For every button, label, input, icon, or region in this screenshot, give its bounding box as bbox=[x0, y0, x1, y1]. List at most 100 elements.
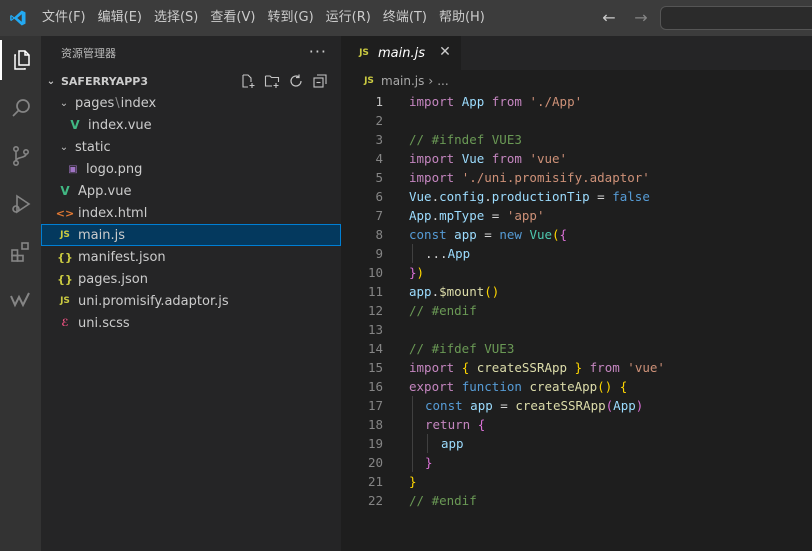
code-line: 11 app.$mount() bbox=[341, 282, 812, 301]
file-app-vue[interactable]: V App.vue bbox=[41, 180, 341, 202]
file-label: logo.png bbox=[86, 161, 143, 177]
line-number: 22 bbox=[367, 493, 383, 508]
wakatime-icon[interactable] bbox=[0, 280, 41, 320]
file-uni-promisify-adaptor-js[interactable]: JS uni.promisify.adaptor.js bbox=[41, 290, 341, 312]
code-text: const app = new Vue({ bbox=[409, 227, 568, 242]
vue-file-icon: V bbox=[70, 118, 80, 132]
file-pages-json[interactable]: {} pages.json bbox=[41, 268, 341, 290]
file-manifest-json[interactable]: {} manifest.json bbox=[41, 246, 341, 268]
tab-label: main.js bbox=[378, 45, 425, 61]
folder-label: static bbox=[75, 139, 111, 155]
file-label: index.html bbox=[78, 205, 148, 221]
folder-pages-index[interactable]: ⌄ pages \ index bbox=[41, 92, 341, 114]
chevron-down-icon: ⌄ bbox=[59, 97, 69, 109]
more-actions-icon[interactable]: ··· bbox=[309, 42, 327, 61]
close-icon[interactable]: ✕ bbox=[437, 44, 453, 60]
extensions-icon[interactable] bbox=[0, 232, 41, 272]
line-number: 15 bbox=[367, 360, 383, 375]
json-file-icon: {} bbox=[57, 250, 73, 264]
forward-arrow-icon[interactable]: → bbox=[630, 8, 652, 28]
code-text: Vue.config.productionTip = false bbox=[409, 189, 650, 204]
menu-file[interactable]: 文件(F) bbox=[36, 6, 92, 30]
line-number: 6 bbox=[375, 189, 383, 204]
menu-edit[interactable]: 编辑(E) bbox=[92, 6, 148, 30]
code-text: import { createSSRApp } from 'vue' bbox=[409, 360, 665, 375]
line-number: 14 bbox=[367, 341, 383, 356]
code-text: // #ifndef VUE3 bbox=[409, 132, 522, 147]
line-number: 10 bbox=[367, 265, 383, 280]
code-line: 10}) bbox=[341, 263, 812, 282]
breadcrumb-more[interactable]: ... bbox=[437, 74, 448, 88]
menu-view[interactable]: 查看(V) bbox=[204, 6, 261, 30]
js-file-icon: JS bbox=[359, 48, 369, 58]
code-line: 14 // #ifdef VUE3 bbox=[341, 339, 812, 358]
file-logo-png[interactable]: ▣ logo.png bbox=[41, 158, 341, 180]
folder-label-pages: pages bbox=[75, 95, 115, 111]
refresh-icon[interactable] bbox=[287, 72, 305, 90]
file-label: main.js bbox=[78, 227, 125, 243]
collapse-all-icon[interactable] bbox=[311, 72, 329, 90]
code-editor[interactable]: 1 import App from './App' 2 3 // #ifndef V… bbox=[341, 92, 812, 510]
line-number: 19 bbox=[367, 436, 383, 451]
folder-label-index: index bbox=[120, 95, 157, 111]
code-text: app bbox=[441, 436, 464, 451]
code-line: 18 return { bbox=[341, 415, 812, 434]
line-number: 18 bbox=[367, 417, 383, 432]
code-line: 7 App.mpType = 'app' bbox=[341, 206, 812, 225]
image-file-icon: ▣ bbox=[68, 163, 78, 175]
back-arrow-icon[interactable]: ← bbox=[598, 8, 620, 28]
menu-selection[interactable]: 选择(S) bbox=[148, 6, 204, 30]
breadcrumb: JS main.js › ... bbox=[341, 70, 812, 92]
code-line: 8 const app = new Vue({ bbox=[341, 225, 812, 244]
code-text: } bbox=[409, 474, 417, 489]
tab-main-js[interactable]: JS main.js ✕ bbox=[341, 36, 461, 70]
code-line: 13 bbox=[341, 320, 812, 339]
code-text: import App from './App' bbox=[409, 94, 583, 109]
code-line: 4 import Vue from 'vue' bbox=[341, 149, 812, 168]
folder-static[interactable]: ⌄ static bbox=[41, 136, 341, 158]
code-line: 3 // #ifndef VUE3 bbox=[341, 130, 812, 149]
command-center-search[interactable] bbox=[660, 6, 812, 30]
tab-bar: JS main.js ✕ bbox=[341, 36, 812, 70]
js-file-icon: JS bbox=[60, 230, 70, 240]
explorer-icon[interactable] bbox=[0, 40, 41, 80]
source-control-icon[interactable] bbox=[0, 136, 41, 176]
chevron-down-icon: ⌄ bbox=[46, 75, 56, 87]
indent-guide bbox=[412, 244, 413, 263]
scss-file-icon: ℰ bbox=[61, 317, 69, 329]
indent-guide bbox=[412, 434, 413, 453]
title-bar: 文件(F) 编辑(E) 选择(S) 查看(V) 转到(G) 运行(R) 终端(T… bbox=[0, 0, 812, 36]
menu-terminal[interactable]: 终端(T) bbox=[377, 6, 433, 30]
file-index-vue[interactable]: V index.vue bbox=[41, 114, 341, 136]
code-text: // #endif bbox=[409, 493, 477, 508]
menu-run[interactable]: 运行(R) bbox=[320, 6, 377, 30]
project-name: SAFERRYAPP3 bbox=[61, 74, 149, 88]
code-line: 17 const app = createSSRApp(App) bbox=[341, 396, 812, 415]
breadcrumb-file[interactable]: main.js bbox=[381, 74, 424, 88]
activity-bar bbox=[0, 36, 41, 551]
code-text: }) bbox=[409, 265, 425, 280]
code-line: 16 export function createApp() { bbox=[341, 377, 812, 396]
file-label: manifest.json bbox=[78, 249, 166, 265]
code-text: } bbox=[425, 455, 433, 470]
new-folder-icon[interactable] bbox=[263, 72, 281, 90]
file-uni-scss[interactable]: ℰ uni.scss bbox=[41, 312, 341, 334]
file-label: uni.scss bbox=[78, 315, 130, 331]
line-number: 12 bbox=[367, 303, 383, 318]
menu-help[interactable]: 帮助(H) bbox=[433, 6, 491, 30]
project-section-header[interactable]: ⌄ SAFERRYAPP3 bbox=[41, 70, 341, 92]
code-text: // #ifdef VUE3 bbox=[409, 341, 515, 356]
file-main-js[interactable]: JS main.js bbox=[41, 224, 341, 246]
new-file-icon[interactable] bbox=[239, 72, 257, 90]
code-line: 5 import './uni.promisify.adaptor' bbox=[341, 168, 812, 187]
file-label: pages.json bbox=[78, 271, 148, 287]
file-index-html[interactable]: <> index.html bbox=[41, 202, 341, 224]
search-icon[interactable] bbox=[0, 88, 41, 128]
run-debug-icon[interactable] bbox=[0, 184, 41, 224]
sidebar-header: 资源管理器 ··· bbox=[41, 36, 341, 70]
chevron-right-icon: › bbox=[428, 74, 434, 88]
line-number: 16 bbox=[367, 379, 383, 394]
menu-go[interactable]: 转到(G) bbox=[261, 6, 319, 30]
line-number: 5 bbox=[375, 170, 383, 185]
explorer-sidebar: 资源管理器 ··· ⌄ SAFERRYAPP3 ⌄ pages \ index V … bbox=[41, 36, 341, 551]
